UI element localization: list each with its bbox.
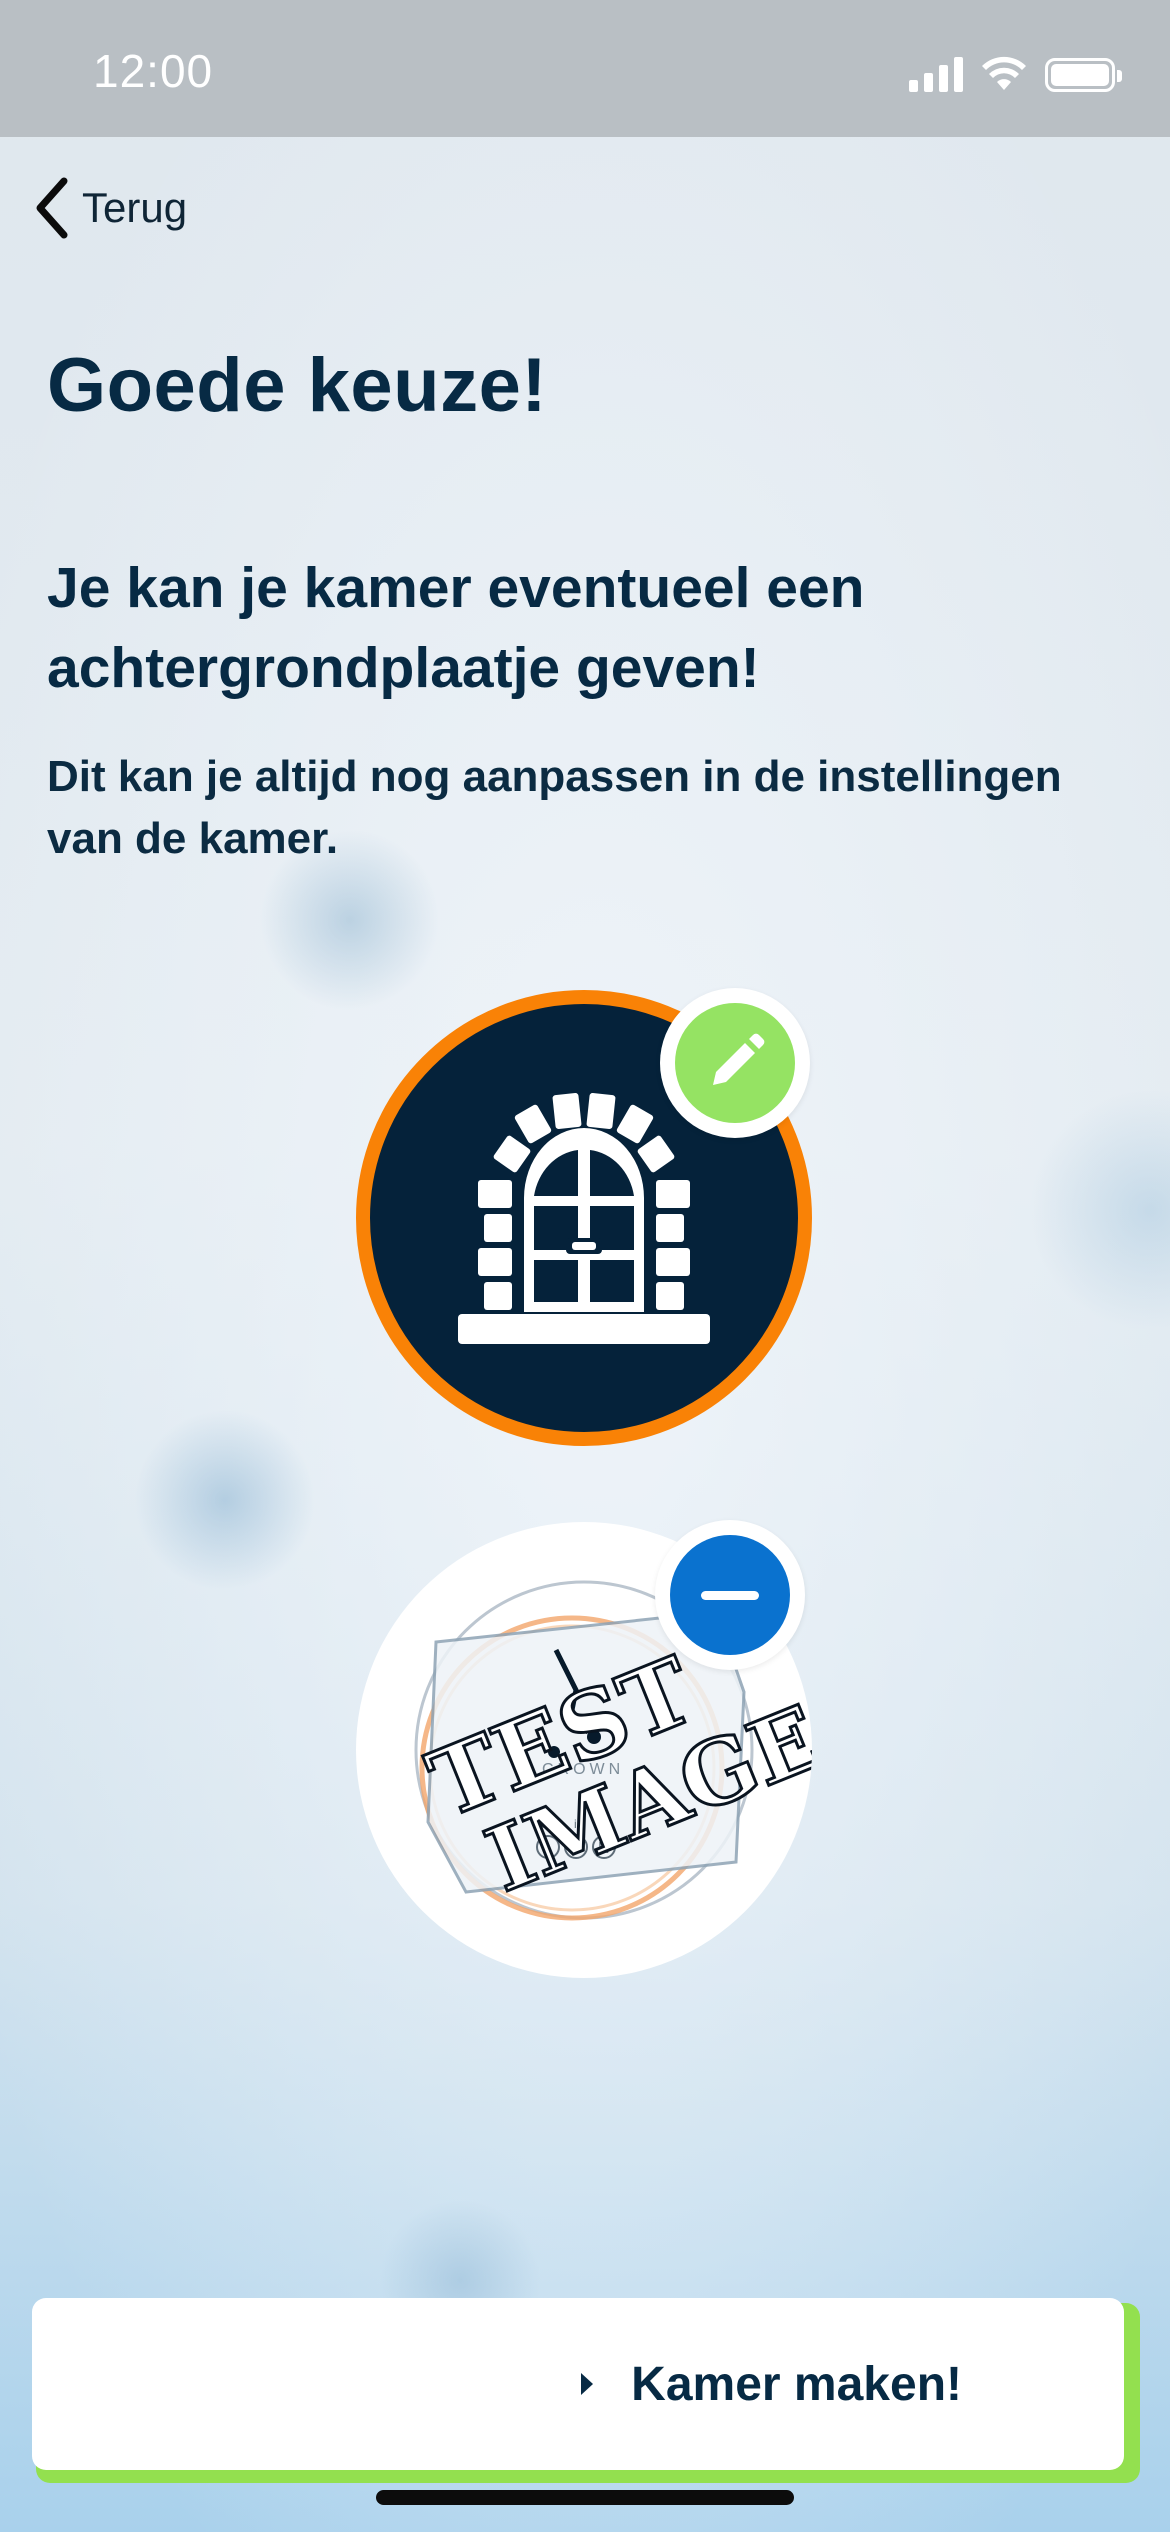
page-title: Goede keuze! — [47, 343, 548, 428]
home-indicator[interactable] — [376, 2490, 794, 2505]
status-bar: 12:00 — [0, 0, 1170, 137]
remove-image-badge — [670, 1535, 790, 1655]
edit-icon-button[interactable] — [660, 988, 810, 1138]
pencil-icon — [713, 1033, 765, 1085]
wifi-icon — [982, 56, 1026, 90]
back-label: Terug — [82, 184, 188, 231]
battery-icon — [1045, 58, 1122, 92]
cellular-signal-icon — [909, 56, 963, 92]
create-room-button[interactable]: Kamer maken! — [32, 2298, 1124, 2470]
remove-image-button[interactable] — [655, 1520, 805, 1670]
stone-arch-door-icon — [458, 1093, 710, 1344]
minus-icon — [701, 1590, 759, 1600]
page-description: Dit kan je altijd nog aanpassen in de in… — [47, 752, 1062, 863]
status-time: 12:00 — [93, 45, 214, 97]
back-button[interactable]: Terug — [30, 175, 187, 241]
create-room-label: Kamer maken! — [631, 2357, 962, 2411]
status-icons — [909, 52, 1122, 92]
caret-right-icon — [581, 2373, 594, 2395]
chevron-left-icon — [36, 177, 68, 239]
edit-icon-badge — [675, 1003, 795, 1123]
page-subtitle: Je kan je kamer eventueel een achtergron… — [47, 556, 865, 700]
